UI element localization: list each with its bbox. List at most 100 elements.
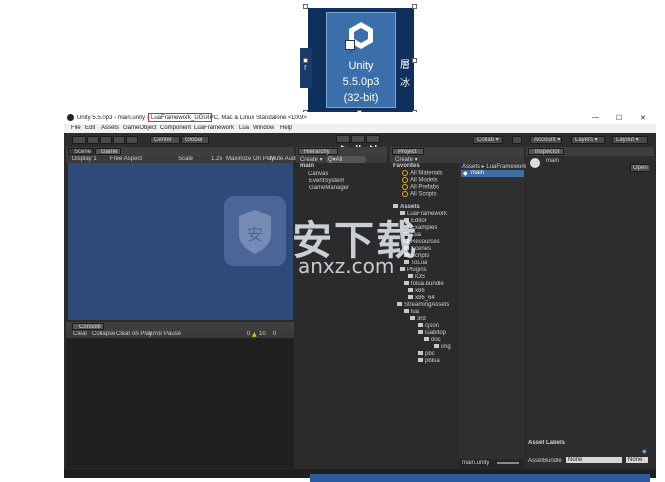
move-tool-button[interactable]: [87, 136, 99, 144]
console-clear-button[interactable]: Clear: [73, 331, 87, 337]
tab-hierarchy[interactable]: Hierarchy: [298, 148, 338, 155]
aspect-dropdown[interactable]: Free Aspect: [110, 156, 142, 162]
project-create-button[interactable]: Create ▾: [395, 156, 418, 163]
folder-label: pblua: [425, 358, 440, 364]
menu-help[interactable]: Help: [280, 125, 292, 131]
console-log-area[interactable]: [66, 338, 294, 468]
project-breadcrumb[interactable]: Assets ▸ LuaFramework: [462, 163, 526, 170]
selection-handle: [303, 4, 308, 9]
tab-hierarchy-label: Hierarchy: [304, 149, 330, 155]
icon-size-slider[interactable]: [497, 462, 519, 464]
rotate-tool-button[interactable]: [100, 136, 112, 144]
selected-path-label: main.unity: [462, 460, 490, 466]
hierarchy-item-canvas[interactable]: Canvas: [308, 171, 328, 177]
layout-button[interactable]: Layout ▾: [612, 136, 648, 144]
hierarchy-item-gamemanager[interactable]: GameManager: [309, 185, 349, 191]
close-button[interactable]: ✕: [640, 114, 646, 122]
shortcut-label-line2: 5.5.0p3: [342, 76, 380, 88]
folder-item[interactable]: cjson: [418, 323, 439, 329]
minimize-button[interactable]: —: [592, 114, 599, 121]
inspector-object-name: main: [546, 158, 560, 164]
folder-label: x86: [415, 288, 425, 294]
console-clear-on-play-button[interactable]: Clear on Play: [116, 331, 152, 337]
folder-label: luabitop: [425, 330, 447, 336]
menu-gameobject[interactable]: GameObject: [123, 125, 157, 131]
shortcut-label-line1: Unity: [348, 60, 374, 72]
folder-icon: [418, 330, 423, 335]
assetbundle-label: AssetBundle: [528, 458, 562, 464]
favorites-header[interactable]: Favorites: [393, 163, 420, 169]
window-title-prefix: Unity 5.5.0p3 - main.unity -: [77, 115, 149, 121]
tab-project[interactable]: Project: [392, 148, 424, 155]
variant-dropdown[interactable]: None: [626, 457, 648, 463]
folder-label: iOS: [415, 274, 426, 280]
hierarchy-item-eventsystem[interactable]: EventSystem: [309, 178, 344, 184]
favorite-all-prefabs[interactable]: All Prefabs: [402, 184, 439, 191]
maximize-button[interactable]: ☐: [616, 114, 622, 122]
menu-lua[interactable]: Lua: [239, 125, 249, 131]
menu-file[interactable]: File: [71, 125, 81, 131]
favorite-all-scripts[interactable]: All Scripts: [402, 191, 437, 198]
favorite-all-materials[interactable]: All Materials: [402, 170, 443, 177]
pause-button[interactable]: [351, 135, 365, 150]
favorite-all-models[interactable]: All Models: [402, 177, 438, 184]
account-button[interactable]: Account ▾: [530, 136, 562, 144]
pivot-center-button[interactable]: Center: [150, 136, 180, 144]
hierarchy-search-input[interactable]: Q▾All: [326, 156, 366, 163]
folder-item[interactable]: x86: [408, 288, 425, 294]
folder-label: tolua.bundle: [411, 281, 444, 287]
layers-button[interactable]: Layers ▾: [571, 136, 605, 144]
hierarchy-create-button[interactable]: Create ▾: [300, 156, 323, 163]
folder-item[interactable]: lua: [404, 309, 419, 315]
folder-item[interactable]: img: [434, 344, 451, 350]
console-collapse-button[interactable]: Collapse: [92, 331, 115, 337]
console-info-count[interactable]: 0: [247, 331, 250, 337]
tab-console[interactable]: Console: [72, 323, 104, 330]
tab-game[interactable]: Game: [95, 148, 121, 155]
step-button[interactable]: [366, 135, 380, 150]
folder-item[interactable]: 3rd: [410, 316, 426, 322]
folder-item[interactable]: tolua.bundle: [404, 281, 444, 287]
menu-edit[interactable]: Edit: [85, 125, 95, 131]
project-status-row: main.unity: [459, 459, 524, 468]
menu-luaframework[interactable]: LuaFramework: [194, 125, 234, 131]
folder-label: x86_64: [415, 295, 435, 301]
rect-tool-button[interactable]: [126, 136, 138, 144]
inspector-body: main Open Asset Labels ◆ AssetBundle Non…: [526, 156, 654, 468]
scale-tool-button[interactable]: [113, 136, 125, 144]
play-button[interactable]: [336, 135, 350, 150]
folder-item[interactable]: Plugins: [400, 267, 427, 273]
hierarchy-root-scene[interactable]: main: [300, 163, 314, 169]
folder-icon: [404, 281, 409, 286]
folder-icon: [397, 302, 402, 307]
assetbundle-dropdown[interactable]: None: [566, 457, 622, 463]
display-dropdown[interactable]: Display 1: [72, 156, 97, 162]
console-warning-count[interactable]: 10: [259, 331, 266, 337]
menu-assets[interactable]: Assets: [101, 125, 119, 131]
window-title-highlight: LuaFramework_UGUI: [148, 113, 213, 122]
global-local-button[interactable]: Global: [181, 136, 209, 144]
hand-tool-button[interactable]: [72, 136, 86, 144]
menu-component[interactable]: Component: [160, 125, 191, 131]
folder-item[interactable]: luabitop: [418, 330, 446, 336]
folder-item[interactable]: x86_64: [408, 295, 435, 301]
folder-icon: [424, 337, 429, 342]
folder-item[interactable]: pblua: [418, 358, 440, 364]
maximize-on-play-toggle[interactable]: Maximize On Play: [226, 156, 274, 162]
folder-item[interactable]: doc: [424, 337, 441, 343]
selected-asset-row[interactable]: ◆ main: [461, 170, 524, 177]
inspector-open-button[interactable]: Open: [630, 164, 651, 172]
folder-item[interactable]: StreamingAssets: [397, 302, 449, 308]
cloud-icon[interactable]: [512, 136, 522, 144]
console-error-pause-button[interactable]: Error Pause: [149, 331, 181, 337]
collab-button[interactable]: Collab ▾: [473, 136, 503, 144]
console-error-count[interactable]: 0: [273, 331, 276, 337]
tab-scene[interactable]: Scene: [68, 148, 94, 155]
folder-item[interactable]: iOS: [408, 274, 425, 280]
tab-inspector[interactable]: Inspector: [528, 148, 564, 155]
tag-icon[interactable]: ◆: [642, 448, 647, 455]
project-toolbar: Create ▾: [390, 156, 524, 163]
menu-window[interactable]: Window: [253, 125, 274, 131]
project-asset-view: Assets ▸ LuaFramework ◆ main main.unity: [459, 163, 526, 468]
folder-item[interactable]: pbc: [418, 351, 435, 357]
